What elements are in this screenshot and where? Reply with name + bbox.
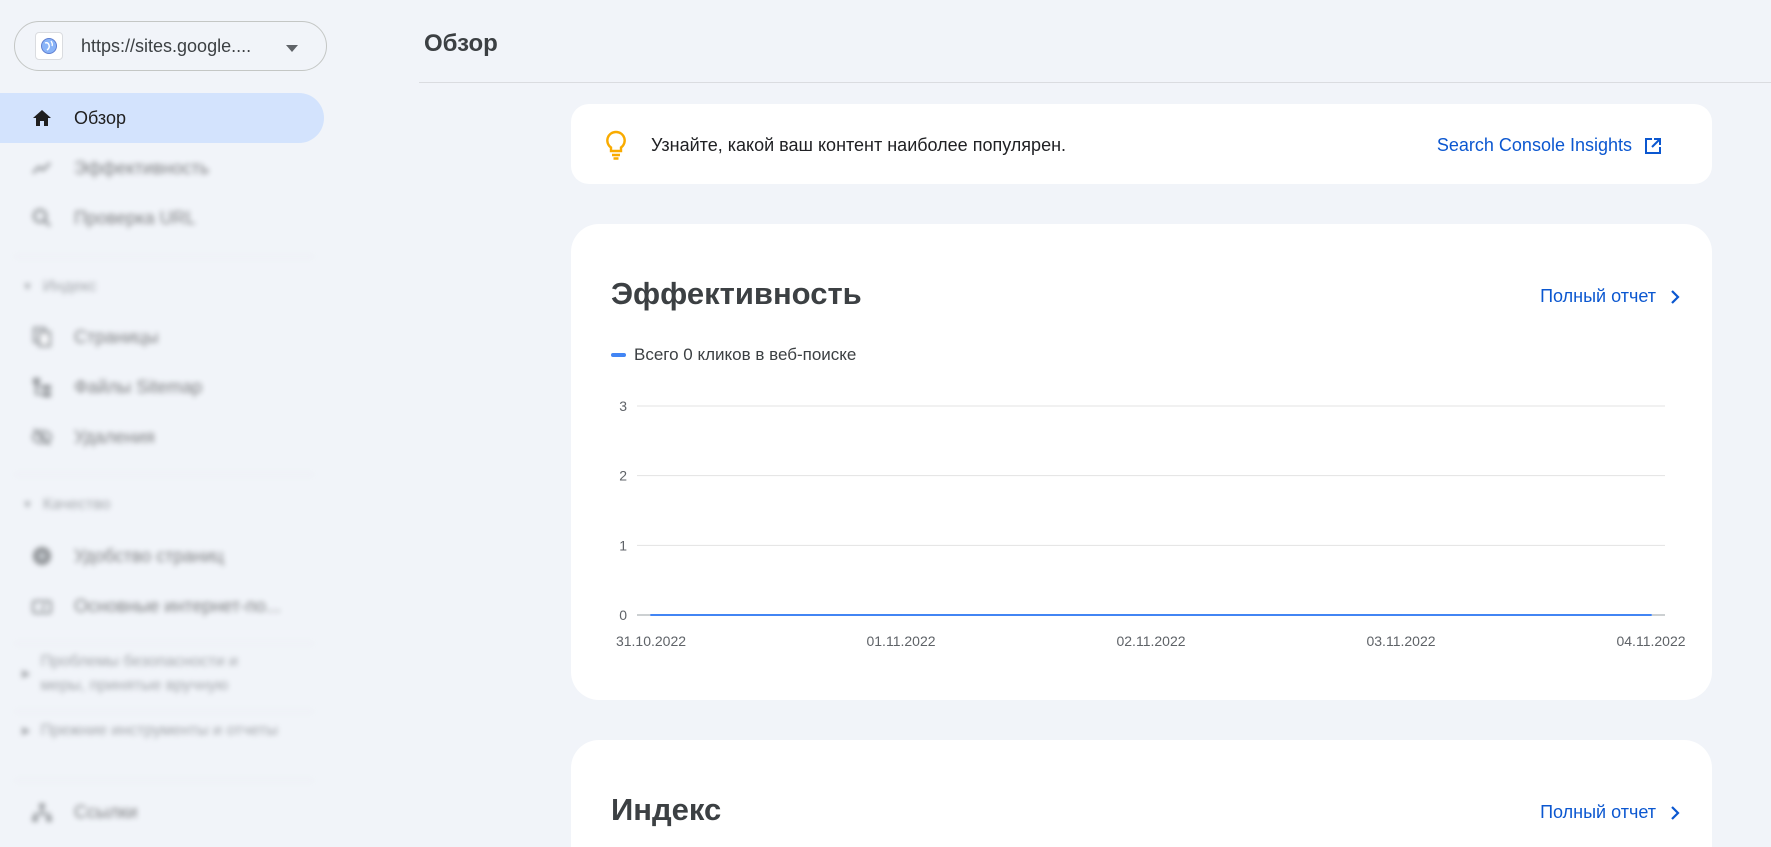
- y-tick-label: 3: [619, 398, 627, 414]
- sidebar-item-performance[interactable]: Эффективность: [0, 143, 324, 193]
- sidebar-item-label: Страницы: [74, 326, 159, 347]
- expand-triangle-icon: ▼: [22, 499, 33, 511]
- open-in-new-icon: [1645, 137, 1661, 154]
- links-icon: [30, 800, 54, 824]
- property-url: https://sites.google....: [81, 35, 252, 56]
- home-icon: [30, 106, 54, 130]
- sidebar-item-pages[interactable]: Страницы: [0, 312, 324, 362]
- chevron-right-icon: [1671, 805, 1680, 820]
- caret-down-icon: [285, 41, 299, 59]
- sidebar-item-links[interactable]: Ссылки: [0, 787, 324, 837]
- section-label: Индекс: [42, 278, 97, 295]
- performance-card: Эффективность Полный отчет Всего 0 клико…: [571, 224, 1712, 700]
- index-full-report-link[interactable]: Полный отчет: [1540, 802, 1680, 823]
- section-label: Проблемы безопасности и меры, принятые в…: [40, 653, 238, 694]
- pages-icon: [30, 325, 54, 349]
- sidebar-divider: [14, 256, 314, 257]
- sidebar-section-security[interactable]: ▶ Проблемы безопасности и меры, принятые…: [22, 650, 282, 698]
- x-tick-label: 03.11.2022: [1366, 633, 1435, 649]
- property-selector[interactable]: https://sites.google....: [14, 21, 327, 71]
- sidebar-item-label: Ссылки: [74, 801, 138, 822]
- expand-triangle-icon: ▶: [22, 725, 31, 737]
- sidebar-item-removals[interactable]: Удаления: [0, 412, 324, 462]
- x-tick-label: 31.10.2022: [616, 633, 686, 649]
- sidebar-divider: [14, 474, 314, 475]
- sidebar-section-index[interactable]: ▼ Индекс: [22, 272, 97, 302]
- insights-link-label: Search Console Insights: [1436, 135, 1632, 155]
- y-tick-label: 1: [619, 537, 627, 553]
- trending-up-icon: [30, 156, 54, 180]
- sidebar-item-page-experience[interactable]: Удобство страниц: [0, 531, 324, 581]
- x-tick-label: 01.11.2022: [866, 633, 935, 649]
- sidebar-item-label: Основные интернет-по...: [74, 595, 281, 616]
- data-point: [1650, 614, 1652, 616]
- sidebar-section-quality[interactable]: ▼ Качество: [22, 490, 111, 520]
- sidebar: https://sites.google.... Обзор Эффективн…: [0, 0, 330, 847]
- section-label: Прежние инструменты и отчеты: [40, 722, 278, 739]
- sidebar-item-core-web-vitals[interactable]: Основные интернет-по...: [0, 581, 324, 631]
- sidebar-item-label: Удаления: [74, 426, 155, 447]
- sidebar-divider: [14, 711, 314, 712]
- sidebar-item-label: Проверка URL: [74, 207, 196, 228]
- search-console-insights-link[interactable]: Search Console Insights: [1437, 135, 1662, 156]
- expand-triangle-icon: ▶: [22, 668, 31, 680]
- data-point: [650, 614, 652, 616]
- sidebar-item-overview[interactable]: Обзор: [0, 93, 324, 143]
- page-title: Обзор: [424, 30, 498, 57]
- sidebar-item-url-inspection[interactable]: Проверка URL: [0, 193, 324, 243]
- data-point: [1150, 614, 1152, 616]
- search-icon: [30, 206, 54, 230]
- expand-triangle-icon: ▼: [22, 281, 33, 293]
- sidebar-divider: [14, 643, 314, 644]
- insights-message: Узнайте, какой ваш контент наиболее попу…: [651, 135, 1067, 155]
- clicks-line-chart: 0 1 2 3 31.10.2022 01.11.2022 02.11.2022 03.11.…: [616, 398, 1686, 649]
- x-tick-label: 04.11.2022: [1616, 633, 1685, 649]
- x-tick-label: 02.11.2022: [1116, 633, 1185, 649]
- eye-off-icon: [30, 425, 54, 449]
- sidebar-item-label: Эффективность: [74, 157, 210, 178]
- sidebar-divider: [14, 780, 314, 781]
- index-title: Индекс: [611, 792, 722, 827]
- index-card: Индекс Полный отчет: [571, 740, 1712, 847]
- sidebar-item-sitemaps[interactable]: Файлы Sitemap: [0, 362, 324, 412]
- y-tick-label: 0: [619, 607, 627, 623]
- section-label: Качество: [42, 496, 111, 513]
- full-report-label: Полный отчет: [1540, 802, 1656, 822]
- sidebar-item-label: Обзор: [74, 107, 126, 128]
- sidebar-section-legacy[interactable]: ▶ Прежние инструменты и отчеты: [22, 719, 282, 743]
- page-experience-icon: [30, 544, 54, 568]
- insights-banner: Узнайте, какой ваш контент наиболее попу…: [571, 104, 1712, 184]
- data-point: [1400, 614, 1402, 616]
- speed-icon: [30, 594, 54, 618]
- sitemap-icon: [30, 375, 54, 399]
- globe-icon: [35, 32, 63, 60]
- sidebar-item-label: Файлы Sitemap: [74, 376, 203, 397]
- sidebar-item-label: Удобство страниц: [74, 545, 224, 566]
- header-divider: [419, 82, 1771, 83]
- y-tick-label: 2: [619, 468, 627, 484]
- data-point: [900, 614, 902, 616]
- lightbulb-icon: [605, 130, 627, 165]
